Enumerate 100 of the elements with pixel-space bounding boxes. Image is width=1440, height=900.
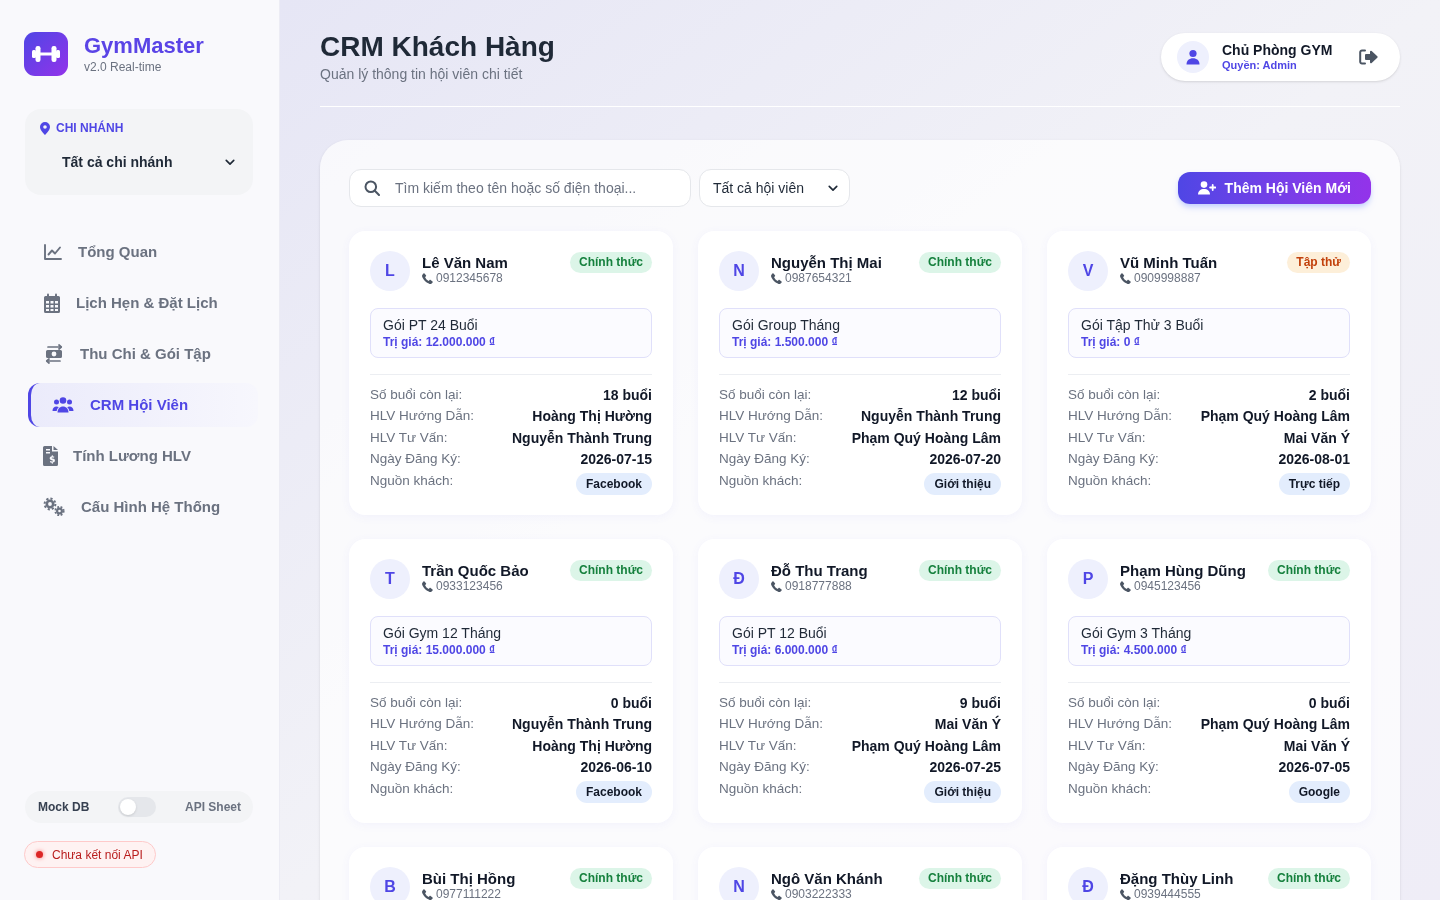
phone-icon <box>771 580 782 592</box>
detail-value: 2026-08-01 <box>1278 450 1350 470</box>
detail-value: 0 buổi <box>610 693 652 713</box>
page-subtitle: Quản lý thông tin hội viên chi tiết <box>320 65 524 84</box>
detail-label: HLV Tư Vấn: <box>719 736 797 755</box>
nav-item[interactable]: Tổng Quan <box>28 230 258 274</box>
nav-item[interactable]: Cấu Hình Hệ Thống <box>28 485 258 529</box>
detail-value: 2026-07-15 <box>580 450 652 470</box>
phone-icon <box>422 580 433 592</box>
member-name: Lê Văn Nam <box>422 254 508 272</box>
calendar-icon <box>43 293 61 313</box>
detail-label: HLV Hướng Dẫn: <box>1068 715 1172 734</box>
member-card[interactable]: N Ngô Văn Khánh 0903222333 Chính thức <box>698 847 1022 900</box>
detail-value: Nguyễn Thành Trung <box>512 428 652 448</box>
member-name: Bùi Thị Hồng <box>422 870 516 888</box>
invoice-document-icon <box>43 446 58 466</box>
user-plus-icon <box>1197 181 1216 195</box>
package-price: Trị giá: 15.000.000 ₫ <box>383 642 497 658</box>
dumbbell-logo-icon <box>24 32 68 76</box>
member-name: Trần Quốc Bảo <box>422 562 529 580</box>
detail-label: Số buổi còn lại: <box>719 693 812 712</box>
detail-label: Ngày Đăng Ký: <box>719 758 810 777</box>
member-name: Đỗ Thu Trang <box>771 562 868 580</box>
member-card[interactable]: Đ Đặng Thùy Linh 0939444555 Chính thức <box>1047 847 1371 900</box>
nav-item[interactable]: Thu Chi & Gói Tập <box>28 332 258 376</box>
phone-icon <box>1120 272 1131 284</box>
nav-item[interactable]: Lịch Hẹn & Đặt Lịch <box>28 281 258 325</box>
member-card[interactable] <box>349 539 673 823</box>
user-role: Quyền: Admin <box>1222 58 1298 72</box>
package-price: Trị giá: 4.500.000 ₫ <box>1081 642 1188 658</box>
member-phone: 0945123456 <box>1134 580 1201 592</box>
member-card[interactable]: V Vũ Minh Tuấn 0909998887 Tập thử Gói Tập Thử 3 Buổi Trị giá: 0 ₫ Số buổi còn lại: 2 buổi HLV Hướng Dẫn: Phạm Quý Hoàng Lâm HLV Tư Vấn: Mai Văn Ý Ngày Đăng Ký: 2026-08-01 Nguồn khách: Trực tiếp <box>1047 231 1371 515</box>
detail-value: Hoàng Thị Hường <box>532 736 652 756</box>
nav-item[interactable]: Tính Lương HLV <box>28 434 258 478</box>
chevron-down-icon <box>828 184 838 192</box>
detail-value: 2 buổi <box>1308 385 1350 405</box>
member-avatar: T <box>370 559 410 599</box>
member-phone: 0912345678 <box>436 272 503 284</box>
member-card[interactable]: B Bùi Thị Hồng 0977111222 Chính thức <box>349 847 673 900</box>
detail-value: Mai Văn Ý <box>1283 428 1350 448</box>
source-badge: Google <box>1288 781 1350 803</box>
detail-label: HLV Tư Vấn: <box>370 736 448 755</box>
branch-select[interactable]: Tất cả chi nhánh <box>40 152 235 172</box>
add-member-button[interactable]: Thêm Hội Viên Mới <box>1177 172 1371 204</box>
member-phone: 0939444555 <box>1134 888 1201 900</box>
member-avatar: N <box>719 251 759 291</box>
branch-label: CHI NHÁNH <box>56 120 124 136</box>
detail-label: Số buổi còn lại: <box>1068 693 1161 712</box>
detail-value: 9 buổi <box>959 693 1001 713</box>
detail-label: Ngày Đăng Ký: <box>719 450 810 469</box>
source-badge: Facebook <box>576 473 652 495</box>
detail-label: Số buổi còn lại: <box>1068 385 1161 404</box>
logout-icon[interactable] <box>1359 49 1378 65</box>
detail-label: HLV Tư Vấn: <box>370 428 448 447</box>
member-avatar: L <box>370 251 410 291</box>
member-avatar: P <box>1068 559 1108 599</box>
detail-label: HLV Tư Vấn: <box>719 428 797 447</box>
detail-label: HLV Hướng Dẫn: <box>1068 407 1172 426</box>
status-badge: Chính thức <box>919 252 1001 273</box>
cash-exchange-icon <box>43 344 65 364</box>
detail-value: 2026-07-05 <box>1278 758 1350 778</box>
source-badge: Facebook <box>576 781 652 803</box>
member-phone: 0903222333 <box>785 888 852 900</box>
page-title: CRM Khách Hàng <box>320 30 555 64</box>
line-chart-icon <box>43 242 63 262</box>
package-price: Trị giá: 12.000.000 ₫ <box>383 334 497 350</box>
search-field[interactable]: Tìm kiếm theo tên hoặc số điện thoại... <box>349 169 691 207</box>
detail-value: 18 buổi <box>603 385 652 405</box>
source-badge: Giới thiệu <box>924 781 1001 803</box>
detail-value: Phạm Quý Hoàng Lâm <box>851 736 1001 756</box>
detail-value: Nguyễn Thành Trung <box>512 715 652 735</box>
detail-label: Số buổi còn lại: <box>370 693 463 712</box>
detail-label: Số buổi còn lại: <box>370 385 463 404</box>
user-avatar-icon <box>1177 41 1209 73</box>
detail-label: Số buổi còn lại: <box>719 385 812 404</box>
app-version: v2.0 Real-time <box>84 59 163 75</box>
member-card[interactable] <box>698 231 1022 515</box>
member-phone: 0933123456 <box>436 580 503 592</box>
member-phone: 0987654321 <box>785 272 852 284</box>
member-card[interactable] <box>349 231 673 515</box>
package-name: Gói Gym 3 Tháng <box>1081 624 1193 642</box>
status-badge: Chính thức <box>919 868 1001 889</box>
detail-label: Ngày Đăng Ký: <box>370 758 461 777</box>
detail-label: Nguồn khách: <box>1068 472 1152 490</box>
detail-label: Nguồn khách: <box>370 780 454 798</box>
member-avatar: V <box>1068 251 1108 291</box>
status-badge: Chính thức <box>1268 560 1350 581</box>
detail-label: Nguồn khách: <box>719 472 803 490</box>
member-filter-select[interactable]: Tất cả hội viên <box>699 169 850 207</box>
phone-icon <box>771 272 782 284</box>
data-source-switch[interactable] <box>118 797 157 817</box>
data-source-label: API Sheet <box>184 799 241 815</box>
member-name: Phạm Hùng Dũng <box>1120 562 1246 580</box>
detail-label: HLV Hướng Dẫn: <box>370 715 474 734</box>
detail-value: 2026-07-20 <box>929 450 1001 470</box>
member-card[interactable] <box>698 539 1022 823</box>
member-card[interactable]: P Phạm Hùng Dũng 0945123456 Chính thức Gói Gym 3 Tháng Trị giá: 4.500.000 ₫ Số buổi còn lại: 0 buổi HLV Hướng Dẫn: Phạm Quý Hoàng Lâm HLV Tư Vấn: Mai Văn Ý Ngày Đăng Ký: 2026-07-05 Nguồn khách: Google <box>1047 539 1371 823</box>
package-price: Trị giá: 1.500.000 ₫ <box>732 334 839 350</box>
phone-icon <box>1120 888 1131 900</box>
member-avatar: Đ <box>719 559 759 599</box>
